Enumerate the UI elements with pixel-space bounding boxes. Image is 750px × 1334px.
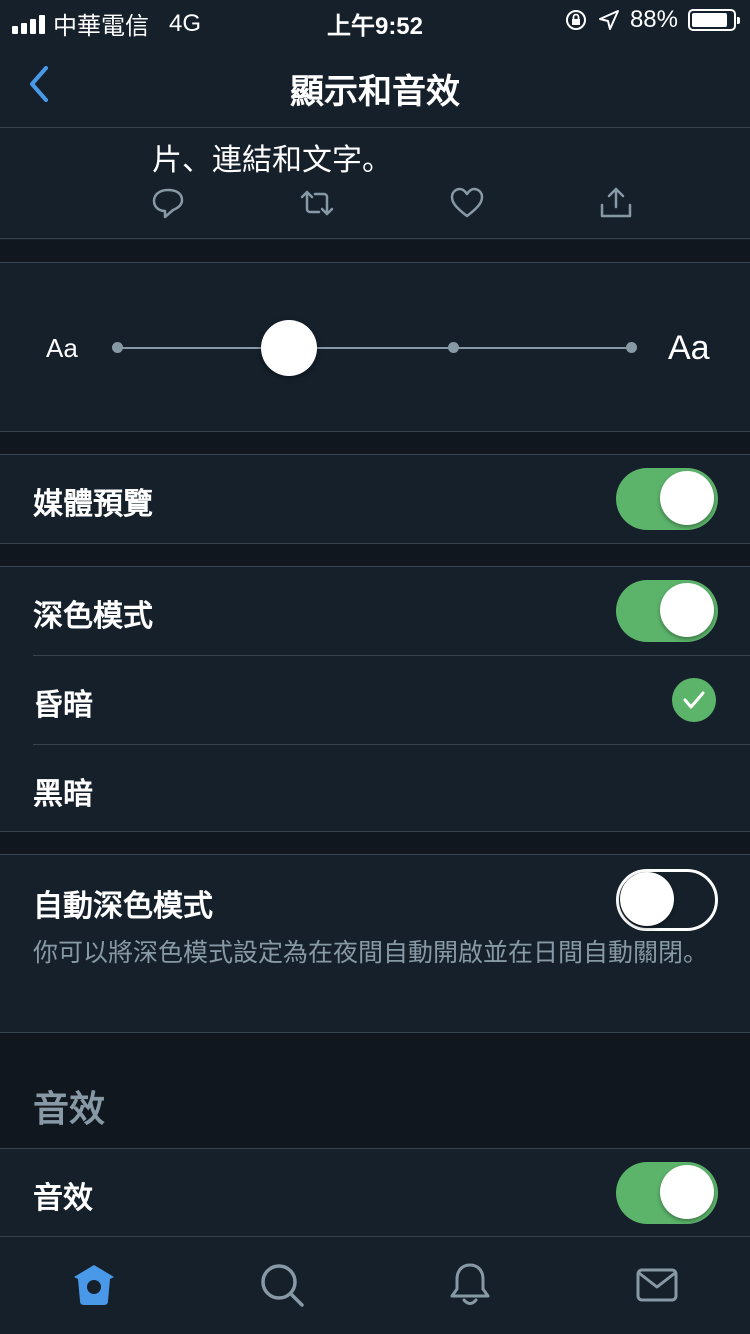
messages-icon[interactable] bbox=[633, 1261, 681, 1309]
section-gap bbox=[0, 240, 750, 262]
status-bar: 中華電信 4G 上午9:52 88% bbox=[0, 0, 750, 40]
toggle-knob bbox=[620, 872, 674, 926]
dark-mode-card: 深色模式 昏暗 黑暗 bbox=[0, 566, 750, 832]
auto-dark-row[interactable]: 自動深色模式 bbox=[0, 855, 750, 943]
slider-stop[interactable] bbox=[626, 342, 637, 353]
checkmark-icon bbox=[672, 678, 716, 722]
section-header-bg bbox=[0, 1033, 750, 1148]
option-label: 黑暗 bbox=[33, 778, 93, 811]
tweet-actions bbox=[150, 185, 650, 225]
sound-section-title: 音效 bbox=[33, 1088, 106, 1129]
reply-icon bbox=[152, 188, 184, 219]
battery-icon bbox=[688, 9, 740, 31]
sound-card: 音效 bbox=[0, 1148, 750, 1238]
auto-dark-description: 你可以將深色模式設定為在夜間自動開啟並在日間自動關閉。 bbox=[33, 939, 709, 967]
share-icon bbox=[600, 187, 632, 218]
font-size-card: Aa Aa bbox=[0, 262, 750, 432]
option-label: 昏暗 bbox=[33, 689, 93, 722]
section-gap bbox=[0, 432, 750, 454]
page-title: 顯示和音效 bbox=[290, 73, 460, 111]
search-icon[interactable] bbox=[258, 1261, 306, 1309]
slider-stop[interactable] bbox=[112, 342, 123, 353]
toggle-knob bbox=[660, 1165, 714, 1219]
font-size-slider-thumb[interactable] bbox=[261, 320, 317, 376]
dark-mode-toggle[interactable] bbox=[616, 580, 718, 642]
tab-bar bbox=[0, 1236, 750, 1334]
font-size-slider-track[interactable] bbox=[117, 347, 631, 349]
auto-dark-toggle[interactable] bbox=[616, 869, 718, 931]
retweet-icon bbox=[300, 190, 334, 216]
like-icon bbox=[450, 187, 484, 218]
dark-mode-row[interactable]: 深色模式 bbox=[0, 567, 750, 655]
tweet-preview: 片、連結和文字。 bbox=[0, 129, 750, 239]
media-preview-label: 媒體預覽 bbox=[33, 488, 153, 521]
toggle-knob bbox=[660, 471, 714, 525]
sound-toggle[interactable] bbox=[616, 1162, 718, 1224]
toggle-knob bbox=[660, 583, 714, 637]
auto-dark-card: 自動深色模式 你可以將深色模式設定為在夜間自動開啟並在日間自動關閉。 bbox=[0, 854, 750, 1033]
dark-mode-label: 深色模式 bbox=[33, 600, 153, 633]
battery-percent: 88% bbox=[629, 6, 678, 33]
preview-text: 片、連結和文字。 bbox=[152, 144, 392, 177]
rotation-lock-icon bbox=[565, 10, 586, 30]
sound-row[interactable]: 音效 bbox=[0, 1149, 750, 1237]
location-icon bbox=[598, 10, 619, 30]
battery-fill bbox=[692, 13, 728, 27]
notifications-icon[interactable] bbox=[446, 1261, 494, 1309]
slider-stop[interactable] bbox=[448, 342, 459, 353]
section-gap bbox=[0, 832, 750, 854]
auto-dark-label: 自動深色模式 bbox=[33, 890, 213, 923]
dark-mode-option-black[interactable]: 黑暗 bbox=[0, 745, 750, 833]
font-size-small-label: Aa bbox=[46, 333, 78, 363]
media-preview-row[interactable]: 媒體預覽 bbox=[0, 455, 750, 543]
media-preview-card: 媒體預覽 bbox=[0, 454, 750, 544]
sound-label: 音效 bbox=[33, 1182, 93, 1215]
media-preview-toggle[interactable] bbox=[616, 468, 718, 530]
home-icon[interactable] bbox=[70, 1261, 118, 1309]
font-size-large-label: Aa bbox=[668, 329, 710, 367]
section-gap bbox=[0, 544, 750, 566]
dark-mode-option-dim[interactable]: 昏暗 bbox=[0, 656, 750, 744]
nav-bar: 顯示和音效 bbox=[0, 40, 750, 128]
